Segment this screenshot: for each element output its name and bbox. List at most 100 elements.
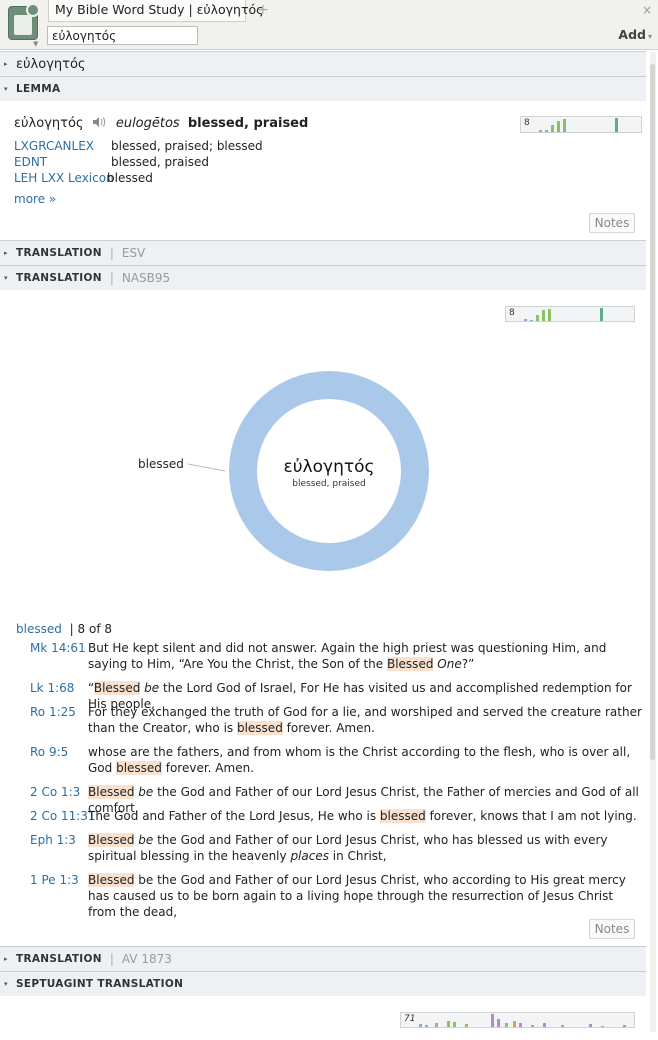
chart-count-label: 71: [404, 1014, 416, 1024]
close-icon[interactable]: ×: [642, 3, 652, 17]
word-study-app-icon[interactable]: [8, 3, 40, 40]
verse-reference-link[interactable]: Eph 1:3: [30, 833, 76, 847]
verse-text: Blessed be the God and Father of our Lor…: [88, 833, 608, 863]
frequency-bar: [543, 1023, 546, 1027]
translation-esv-header[interactable]: ▸ TRANSLATION | ESV: [0, 240, 646, 265]
section-title: TRANSLATION: [16, 247, 102, 259]
collapse-arrow-icon: ▾: [4, 85, 8, 93]
version-name: NASB95: [121, 271, 171, 285]
frequency-bar: [519, 1023, 522, 1027]
frequency-bar: [539, 130, 542, 132]
verse-reference-link[interactable]: Lk 1:68: [30, 681, 74, 695]
gear-icon: [26, 3, 40, 17]
frequency-bar: [505, 1023, 508, 1027]
frequency-bar: [531, 1025, 534, 1027]
frequency-bar: [530, 320, 533, 321]
lemma-section-header[interactable]: ▾ LEMMA: [0, 76, 646, 101]
highlighted-word: Blessed: [88, 873, 135, 887]
highlighted-word: Blessed: [88, 833, 135, 847]
septuagint-header[interactable]: ▾ SEPTUAGINT TRANSLATION: [0, 971, 646, 996]
separator: |: [109, 246, 114, 260]
chevron-down-icon: ▾: [647, 32, 652, 41]
verse-reference-link[interactable]: 2 Co 1:3: [30, 785, 80, 799]
verse-text: Blessed be the God and Father of our Lor…: [88, 873, 626, 919]
nasb-frequency-chart[interactable]: 8: [505, 306, 635, 322]
collapse-arrow-icon: ▾: [4, 980, 8, 988]
frequency-bar: [545, 130, 548, 132]
page-icon: [14, 15, 32, 35]
chart-count-label: 8: [524, 118, 530, 128]
search-input[interactable]: [47, 26, 198, 45]
donut-center-word: εὐλογητός: [284, 457, 375, 477]
expand-arrow-icon: ▸: [4, 60, 8, 68]
highlighted-word: blessed: [116, 761, 162, 775]
translation-av-header[interactable]: ▸ TRANSLATION | AV 1873: [0, 946, 646, 971]
results-count: | 8 of 8: [69, 622, 112, 636]
highlighted-word: Blessed: [386, 657, 434, 671]
frequency-bar: [435, 1023, 438, 1027]
highlighted-word: blessed: [379, 809, 426, 823]
frequency-bar: [536, 315, 539, 321]
scrollbar-thumb[interactable]: [650, 64, 655, 760]
frequency-bar: [542, 310, 545, 321]
lemma-gloss: blessed, praised: [187, 116, 309, 131]
chevron-down-icon[interactable]: ▼: [33, 40, 38, 48]
lexicon-link[interactable]: LEH LXX Lexicon: [14, 171, 114, 185]
results-word-link[interactable]: blessed: [16, 622, 62, 636]
frequency-bar: [551, 125, 554, 132]
section-title: LEMMA: [16, 83, 61, 95]
septuagint-frequency-chart[interactable]: 71: [400, 1012, 635, 1028]
more-link[interactable]: more »: [14, 192, 56, 206]
lexicon-row: EDNT blessed, praised: [14, 155, 209, 169]
lexicon-definition: blessed: [107, 171, 153, 185]
frequency-bar: [524, 319, 527, 321]
lemma-greek: εὐλογητός: [14, 116, 84, 131]
frequency-bar: [419, 1024, 422, 1027]
frequency-bar: [615, 118, 618, 132]
slice-label[interactable]: blessed: [138, 457, 184, 471]
frequency-bar: [563, 119, 566, 132]
word-section-header[interactable]: ▸ εὐλογητός: [0, 51, 646, 76]
lexicon-row: LEH LXX Lexiconblessed: [14, 171, 153, 185]
tab-word-study[interactable]: My Bible Word Study | εὐλογητός: [48, 0, 264, 22]
highlighted-word: Blessed: [88, 785, 135, 799]
add-button[interactable]: Add ▾: [618, 27, 652, 42]
slice-leader-line: [187, 463, 226, 472]
frequency-bar: [425, 1025, 428, 1027]
verse-reference-link[interactable]: Ro 1:25: [30, 705, 76, 719]
translation-nasb-header[interactable]: ▾ TRANSLATION | NASB95: [0, 265, 646, 290]
verse-reference-link[interactable]: Mk 14:61: [30, 641, 86, 655]
version-name: ESV: [121, 246, 146, 260]
frequency-bar: [447, 1021, 450, 1027]
separator: |: [109, 271, 114, 285]
lexicon-link[interactable]: LXGRCANLEX: [14, 139, 111, 153]
collapse-arrow-icon: ▾: [4, 274, 8, 282]
lexicon-definition: blessed, praised: [111, 155, 209, 169]
separator: |: [109, 952, 114, 966]
highlighted-word: blessed: [236, 721, 283, 735]
lemma-frequency-chart[interactable]: 8: [520, 116, 642, 133]
frequency-bar: [453, 1022, 456, 1027]
verse-reference-link[interactable]: Ro 9:5: [30, 745, 68, 759]
notes-button[interactable]: Notes: [589, 919, 635, 939]
lemma-line: εὐλογητός eulogētos blessed, praised: [14, 116, 308, 131]
lexicon-definition: blessed, praised; blessed: [111, 139, 263, 153]
translation-donut-chart[interactable]: blessed εὐλογητός blessed, praised: [130, 370, 440, 575]
verse-reference-link[interactable]: 1 Pe 1:3: [30, 873, 79, 887]
section-title: TRANSLATION: [16, 272, 102, 284]
frequency-bar: [548, 309, 551, 321]
add-label: Add: [618, 27, 646, 42]
lemma-transliteration: eulogētos: [115, 116, 180, 131]
lexicon-link[interactable]: EDNT: [14, 155, 111, 169]
section-title: SEPTUAGINT TRANSLATION: [16, 978, 184, 990]
expand-arrow-icon: ▸: [4, 249, 8, 257]
speaker-icon[interactable]: [92, 116, 106, 128]
notes-button[interactable]: Notes: [589, 213, 635, 233]
frequency-bar: [589, 1024, 592, 1027]
new-tab-button[interactable]: +: [257, 2, 269, 18]
frequency-bar: [557, 121, 560, 132]
section-title: TRANSLATION: [16, 953, 102, 965]
verse-reference-link[interactable]: 2 Co 11:31: [30, 809, 96, 823]
expand-arrow-icon: ▸: [4, 955, 8, 963]
frequency-bar: [623, 1025, 626, 1027]
